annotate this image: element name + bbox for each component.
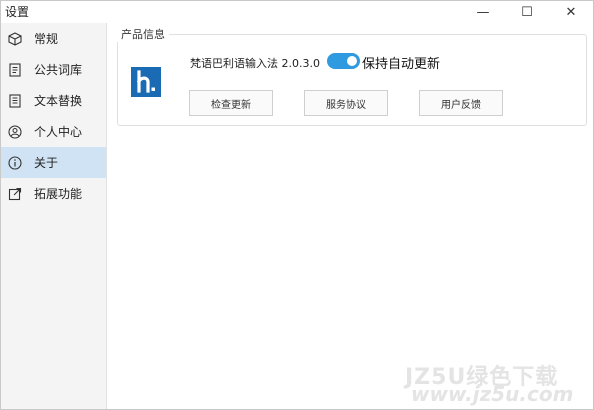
sidebar-item-about[interactable]: 关于 [1,147,106,178]
app-logo [131,67,161,97]
sidebar: 常规 公共词库 文本替换 个人中心 关于 拓展功能 [1,23,107,409]
feedback-button[interactable]: 用户反馈 [419,90,503,116]
title-bar: 设置 — ☐ ✕ [1,1,593,23]
close-button[interactable]: ✕ [549,1,593,23]
sidebar-item-label: 公共词库 [34,63,83,77]
watermark-url: www.jz5u.com [411,382,574,406]
auto-update-label: 保持自动更新 [362,57,441,72]
maximize-button[interactable]: ☐ [505,1,549,23]
minimize-button[interactable]: — [461,1,505,23]
check-update-button[interactable]: 检查更新 [189,90,273,116]
user-icon [8,124,22,139]
auto-update-toggle[interactable] [327,53,360,69]
service-agreement-button[interactable]: 服务协议 [304,90,388,116]
sidebar-item-label: 文本替换 [34,94,83,108]
product-name-version: 梵语巴利语输入法 2.0.3.0 [190,57,320,70]
sidebar-item-label: 关于 [34,156,59,170]
dictionary-icon [8,62,22,77]
settings-window: 设置 — ☐ ✕ 常规 公共词库 文本替换 个人中心 关于 拓展功能 产品信息 … [0,0,594,410]
sidebar-item-public-dictionary[interactable]: 公共词库 [1,54,106,85]
cube-icon [8,31,22,46]
window-title: 设置 [5,5,30,19]
sidebar-item-label: 拓展功能 [34,187,83,201]
sidebar-item-personal-center[interactable]: 个人中心 [1,116,106,147]
external-link-icon [8,187,22,201]
sidebar-item-extensions[interactable]: 拓展功能 [1,178,106,209]
info-icon [8,155,22,170]
product-info-title: 产品信息 [117,26,169,42]
sidebar-item-text-replace[interactable]: 文本替换 [1,85,106,116]
toggle-knob [347,56,357,66]
sidebar-item-label: 个人中心 [34,125,83,139]
sidebar-item-general[interactable]: 常规 [1,23,106,54]
text-replace-icon [8,93,22,108]
sidebar-item-label: 常规 [34,32,59,46]
